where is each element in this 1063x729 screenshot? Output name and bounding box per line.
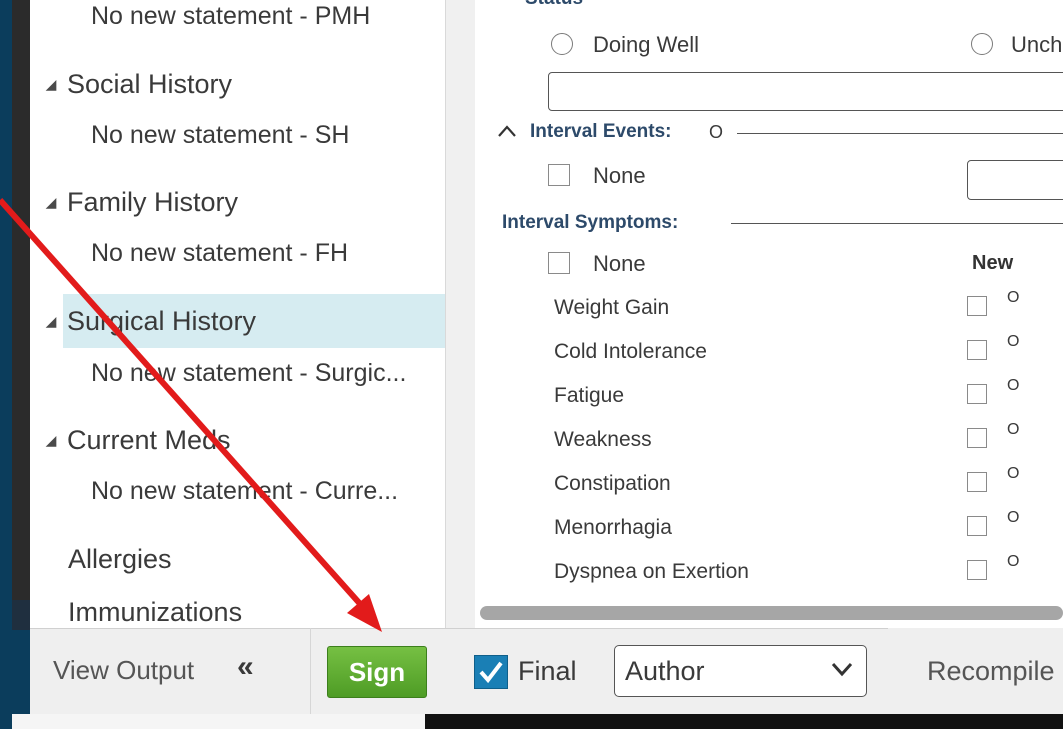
- interval-events-marker: O: [709, 122, 724, 142]
- expanded-triangle-icon[interactable]: ◢: [40, 432, 62, 449]
- symptom-marker: O: [1007, 377, 1020, 394]
- symptom-new-checkbox[interactable]: [967, 560, 987, 580]
- status-heading: Status: [525, 0, 583, 10]
- symptom-label: Constipation: [554, 472, 671, 495]
- symptom-marker: O: [1007, 553, 1020, 570]
- interval-symptoms-none-checkbox[interactable]: [548, 252, 570, 274]
- symptom-label: Menorrhagia: [554, 516, 672, 539]
- horizontal-scrollbar[interactable]: [480, 606, 1063, 620]
- nav-item-social-history[interactable]: ◢ Social History: [30, 62, 232, 106]
- status-unchanged-radio[interactable]: [971, 33, 993, 55]
- splitter-bar-lower: [12, 600, 30, 630]
- panel-gutter: [445, 0, 476, 628]
- symptom-new-checkbox[interactable]: [967, 428, 987, 448]
- splitter-bar: [12, 0, 30, 600]
- window-border: [0, 0, 12, 729]
- author-dropdown[interactable]: Author: [614, 645, 867, 697]
- view-output-link[interactable]: View Output: [53, 655, 194, 686]
- form-panel: Status Doing Well Unch Interval Events: …: [475, 0, 1063, 628]
- symptom-new-checkbox[interactable]: [967, 516, 987, 536]
- nav-sub-pmh[interactable]: No new statement - PMH: [91, 2, 370, 31]
- symptom-label: Weakness: [554, 428, 652, 451]
- nav-sub-fh[interactable]: No new statement - FH: [91, 239, 348, 268]
- symptom-label: Fatigue: [554, 384, 625, 407]
- interval-events-label: Interval Events:: [530, 121, 672, 142]
- nav-sub-current-meds[interactable]: No new statement - Curre...: [91, 477, 398, 506]
- final-checkbox[interactable]: [474, 655, 508, 689]
- status-doing-well-label: Doing Well: [593, 32, 699, 57]
- nav-item-allergies[interactable]: Allergies: [68, 544, 172, 575]
- recompile-button[interactable]: Recompile: [927, 656, 1055, 687]
- interval-symptoms-label: Interval Symptoms:: [502, 212, 679, 233]
- interval-symptoms-none-label: None: [593, 251, 646, 276]
- final-label: Final: [518, 656, 577, 686]
- expanded-triangle-icon[interactable]: ◢: [40, 313, 62, 330]
- symptom-marker: O: [1007, 333, 1020, 350]
- sign-button[interactable]: Sign: [327, 646, 427, 698]
- nav-item-label: Current Meds: [67, 424, 231, 455]
- nav-item-family-history[interactable]: ◢ Family History: [30, 180, 238, 224]
- nav-item-immunizations[interactable]: Immunizations: [68, 597, 242, 628]
- left-nav-panel: No new statement - PMH ◢ Social History …: [30, 0, 445, 628]
- nav-item-label: Social History: [67, 68, 233, 99]
- symptom-new-checkbox[interactable]: [967, 340, 987, 360]
- collapse-caret-icon[interactable]: [497, 124, 517, 138]
- symptom-label: Dyspnea on Exertion: [554, 560, 749, 583]
- nav-item-surgical-history[interactable]: ◢ Surgical History: [30, 299, 256, 343]
- expanded-triangle-icon[interactable]: ◢: [40, 194, 62, 211]
- symptom-marker: O: [1007, 421, 1020, 438]
- symptom-marker: O: [1007, 289, 1020, 306]
- interval-events-input[interactable]: [967, 160, 1063, 200]
- section-divider: [731, 223, 1063, 224]
- nav-sub-sh[interactable]: No new statement - SH: [91, 121, 349, 150]
- section-divider: [737, 133, 1063, 134]
- symptom-new-checkbox[interactable]: [967, 296, 987, 316]
- symptom-new-checkbox[interactable]: [967, 384, 987, 404]
- status-unchanged-label: Unch: [1011, 32, 1063, 57]
- nav-sub-surgical[interactable]: No new statement - Surgic...: [91, 359, 406, 388]
- symptom-label: Cold Intolerance: [554, 340, 707, 363]
- symptom-label: Weight Gain: [554, 296, 670, 319]
- symptom-new-checkbox[interactable]: [967, 472, 987, 492]
- symptom-marker: O: [1007, 465, 1020, 482]
- status-strip: [425, 714, 1063, 729]
- status-comment-input[interactable]: [548, 72, 1063, 111]
- toolbar-divider: [310, 628, 311, 714]
- expanded-triangle-icon[interactable]: ◢: [40, 76, 62, 93]
- interval-events-none-checkbox[interactable]: [548, 164, 570, 186]
- collapse-double-chevron-icon[interactable]: «: [237, 650, 254, 684]
- status-doing-well-radio[interactable]: [551, 33, 573, 55]
- symptom-marker: O: [1007, 509, 1020, 526]
- nav-item-label: Surgical History: [67, 305, 257, 336]
- author-dropdown-value: Author: [625, 656, 705, 686]
- column-header-new: New: [972, 252, 1014, 274]
- nav-item-label: Family History: [67, 186, 239, 217]
- status-strip-left: [12, 714, 425, 729]
- nav-item-current-meds[interactable]: ◢ Current Meds: [30, 418, 231, 462]
- chevron-down-icon: [831, 662, 853, 677]
- interval-events-none-label: None: [593, 163, 646, 188]
- checkmark-icon: [479, 661, 503, 684]
